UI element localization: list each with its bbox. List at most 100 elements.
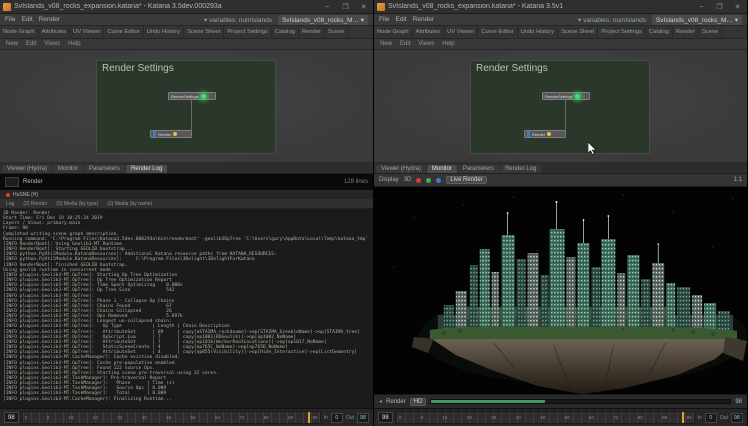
log-filter-tab[interactable]: (2) Media (by name) xyxy=(107,201,152,207)
resolution-badge[interactable]: HD xyxy=(410,398,427,406)
log-line: [INFO plugins.Geolib3-MT.OpTree]: Attrib… xyxy=(3,330,370,335)
ruler-label: 32 xyxy=(491,415,496,423)
panel-tab[interactable]: Parameters xyxy=(84,165,125,173)
in-label: In xyxy=(324,415,328,421)
collapse-arrow-icon[interactable]: ◂ xyxy=(379,398,382,405)
menu-item[interactable]: Render xyxy=(39,16,60,23)
toolbar-tab[interactable]: Scene xyxy=(699,26,722,38)
toolbar-tab[interactable]: Undo History xyxy=(518,26,559,38)
node-graph-panel[interactable]: Render Settings RenderSettings Render xyxy=(374,50,747,162)
timeline-ruler[interactable]: 081624324048566472808896 xyxy=(396,411,695,424)
menu-item[interactable]: File xyxy=(5,16,15,23)
out-field[interactable]: 98 xyxy=(357,413,369,423)
toolbar-tab[interactable]: Curve Editor xyxy=(478,26,517,38)
display-dropdown[interactable]: Display xyxy=(379,177,399,183)
playhead[interactable] xyxy=(682,412,684,423)
panel-tab[interactable]: Monitor xyxy=(53,165,83,173)
backdrop-node[interactable]: Render Settings xyxy=(470,60,650,154)
catalog-item-row[interactable]: HuSNE (H) xyxy=(0,190,373,199)
timeline[interactable]: 98 081624324048566472808896 In 0 Out 98 xyxy=(374,408,747,426)
close-button[interactable]: ✕ xyxy=(356,3,371,11)
panel-menu-item[interactable]: Help xyxy=(68,41,80,47)
panel-tabs: Viewer (Hydra)MonitorParametersRender Lo… xyxy=(374,162,747,174)
panel-menu-item[interactable]: Help xyxy=(442,41,454,47)
in-field[interactable]: 0 xyxy=(331,413,343,423)
variables-dropdown[interactable]: ▾ variables: numIslands xyxy=(204,16,272,24)
panel-tab[interactable]: Render Log xyxy=(500,165,541,173)
toolbar-tab[interactable]: Attributes xyxy=(413,26,445,38)
panel-menu-item[interactable]: Views xyxy=(418,41,434,47)
playhead[interactable] xyxy=(308,412,310,423)
document-tab[interactable]: SvIslands_v08_rocks_M… ▾ xyxy=(278,15,368,25)
render-settings-node[interactable]: RenderSettings xyxy=(542,92,590,100)
timeline-ruler[interactable]: 081624324048566472808896 xyxy=(22,411,321,424)
view-mode-dropdown[interactable]: 3D xyxy=(404,177,412,183)
toolbar-tab[interactable]: Catalog xyxy=(272,26,299,38)
panel-menu-item[interactable]: Views xyxy=(44,41,60,47)
log-filter-tab[interactable]: (2) Media (by type) xyxy=(56,201,98,207)
panel-menu-item[interactable]: Edit xyxy=(26,41,36,47)
out-label: Out xyxy=(720,415,728,421)
ruler-label: 96 xyxy=(313,415,318,423)
in-field[interactable]: 0 xyxy=(705,413,717,423)
live-render-button[interactable]: Live Render xyxy=(446,176,486,184)
menu-item[interactable]: Edit xyxy=(395,16,406,23)
minimize-button[interactable]: – xyxy=(694,3,709,10)
titlebar[interactable]: SvIslands_v08_rocks_expansion.katana* - … xyxy=(0,0,373,14)
panel-tab[interactable]: Render Log xyxy=(126,165,167,173)
toolbar-tab[interactable]: Curve Editor xyxy=(104,26,143,38)
ruler-label: 56 xyxy=(191,415,196,423)
out-label: Out xyxy=(346,415,354,421)
current-frame-field[interactable]: 98 xyxy=(4,412,19,423)
render-settings-node[interactable]: RenderSettings xyxy=(168,92,216,100)
menu-item[interactable]: Render xyxy=(413,16,434,23)
node-graph-panel[interactable]: Render Settings RenderSettings Render xyxy=(0,50,373,162)
titlebar[interactable]: SvIslands_v08_rocks_expansion.katana* - … xyxy=(374,0,747,14)
maximize-button[interactable]: ❐ xyxy=(338,3,353,11)
menu-item[interactable]: Edit xyxy=(21,16,32,23)
menu-item[interactable]: File xyxy=(379,16,389,23)
toolbar-tab[interactable]: UV Viewer xyxy=(70,26,104,38)
ruler-label: 48 xyxy=(540,415,545,423)
out-field[interactable]: 98 xyxy=(731,413,743,423)
minimize-button[interactable]: – xyxy=(320,3,335,10)
close-button[interactable]: ✕ xyxy=(730,3,745,11)
log-filter-tab[interactable]: Log xyxy=(6,201,14,207)
toolbar-tab[interactable]: Node Graph xyxy=(374,26,413,38)
red-channel-toggle[interactable] xyxy=(416,178,421,183)
toolbar-tab[interactable]: Node Graph xyxy=(0,26,39,38)
toolbar-tab[interactable]: Scene Sheet xyxy=(558,26,598,38)
panel-tab[interactable]: Monitor xyxy=(427,165,457,173)
render-node[interactable]: Render xyxy=(524,130,566,138)
toolbar-tab[interactable]: Undo History xyxy=(144,26,185,38)
timeline[interactable]: 98 081624324048566472808896 In 0 Out 98 xyxy=(0,408,373,426)
toolbar-tab[interactable]: Project Settings xyxy=(224,26,272,38)
panel-tab[interactable]: Viewer (Hydra) xyxy=(376,165,426,173)
current-frame-field[interactable]: 98 xyxy=(378,412,393,423)
panel-menu-item[interactable]: New xyxy=(6,41,18,47)
blue-channel-toggle[interactable] xyxy=(436,178,441,183)
panel-menu-item[interactable]: Edit xyxy=(400,41,410,47)
toolbar-tab[interactable]: Attributes xyxy=(39,26,71,38)
toolbar-tab[interactable]: Render xyxy=(299,26,325,38)
panel-menu-item[interactable]: New xyxy=(380,41,392,47)
log-filter-tab[interactable]: (2) Render xyxy=(23,201,47,207)
toolbar-tab[interactable]: Scene Sheet xyxy=(184,26,224,38)
toolbar-tab[interactable]: Catalog xyxy=(646,26,673,38)
ruler-label: 16 xyxy=(443,415,448,423)
toolbar-tab[interactable]: Render xyxy=(673,26,699,38)
document-tab[interactable]: SvIslands_v08_rocks_M… ▾ xyxy=(652,15,742,25)
toolbar-tab[interactable]: Project Settings xyxy=(598,26,646,38)
panel-tab[interactable]: Parameters xyxy=(458,165,499,173)
toolbar-tab[interactable]: UV Viewer xyxy=(444,26,478,38)
panel-tab[interactable]: Viewer (Hydra) xyxy=(2,165,52,173)
render-node[interactable]: Render xyxy=(150,130,192,138)
backdrop-node[interactable]: Render Settings xyxy=(96,60,276,154)
variables-dropdown[interactable]: ▾ variables: numIslands xyxy=(578,16,646,24)
maximize-button[interactable]: ❐ xyxy=(712,3,727,11)
render-viewport[interactable] xyxy=(374,187,747,394)
toolbar-tab[interactable]: Scene xyxy=(325,26,348,38)
green-channel-toggle[interactable] xyxy=(426,178,431,183)
monitor-toolbar: Display 3D Live Render 1:1 xyxy=(374,174,747,187)
zoom-level[interactable]: 1:1 xyxy=(734,177,742,183)
